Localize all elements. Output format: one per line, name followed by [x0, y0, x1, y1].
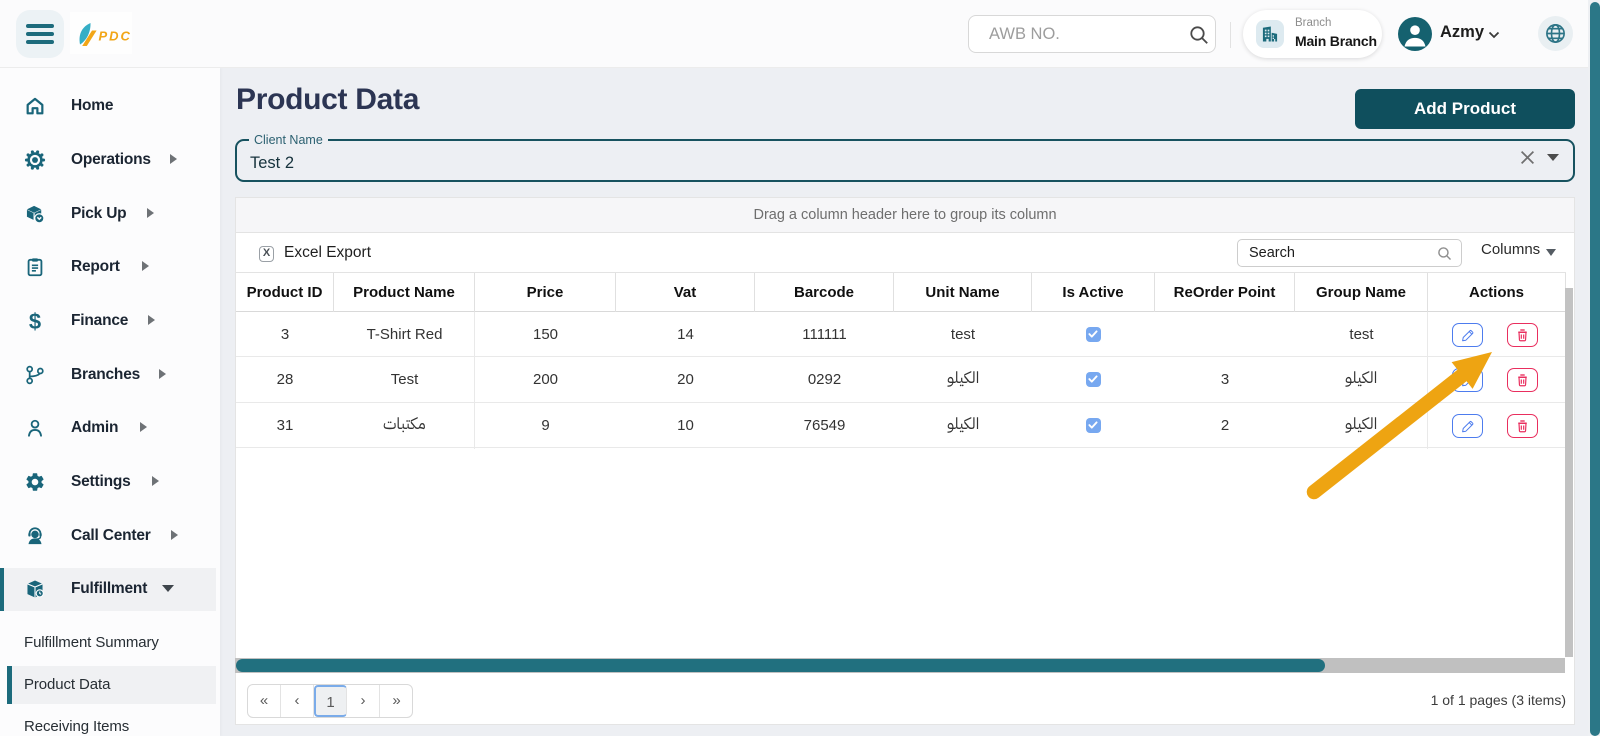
- svg-text:PDC: PDC: [99, 29, 132, 44]
- svg-text:$: $: [29, 310, 41, 332]
